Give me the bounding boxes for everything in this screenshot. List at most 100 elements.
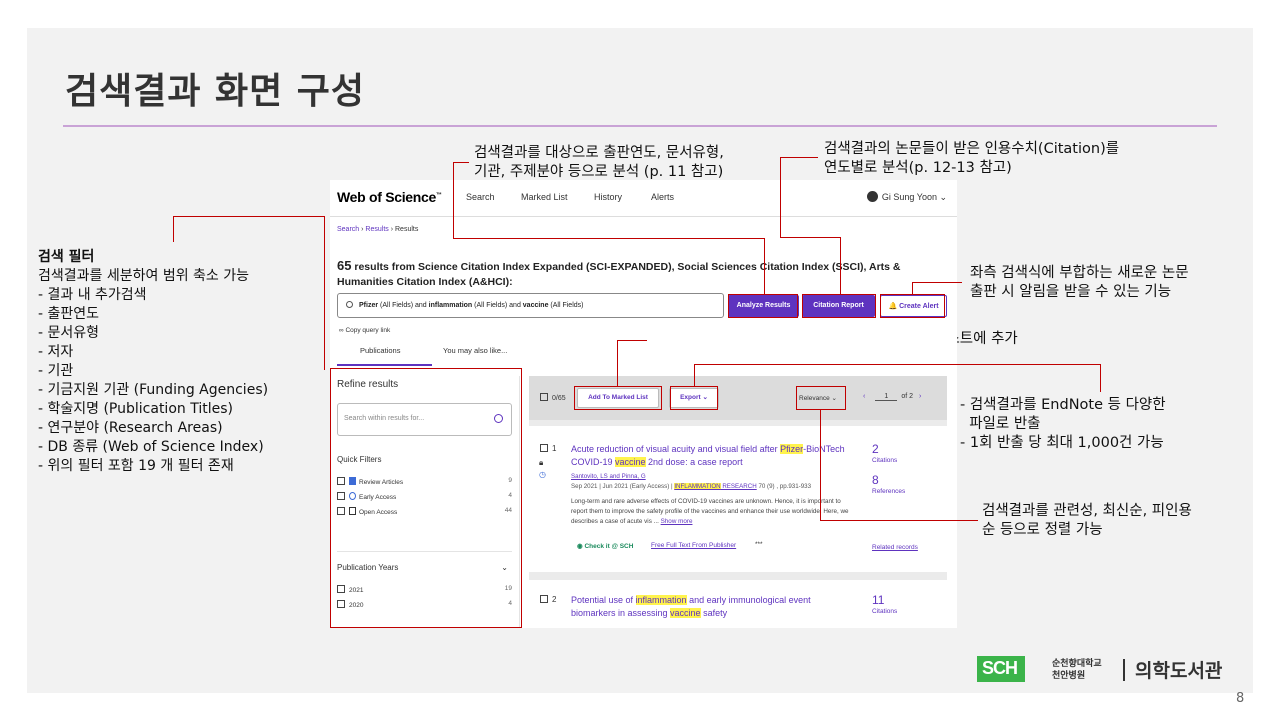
query-box[interactable]: Pfizer (All Fields) and inflammation (Al… — [337, 293, 724, 318]
tab-you-may-also-like[interactable]: You may also like... — [443, 346, 507, 355]
reference-count[interactable]: 8 — [872, 473, 879, 487]
result-abstract: Long-term and rare adverse effects of CO… — [571, 498, 849, 525]
annotation-citation: 검색결과의 논문들이 받은 인용수치(Citation)를 연도별로 분석(p.… — [824, 141, 1120, 176]
crumb-search[interactable]: Search — [337, 226, 359, 233]
filter-line: 검색결과를 세분하여 범위 축소 가능 — [38, 268, 249, 284]
user-icon — [866, 191, 878, 202]
nav-history[interactable]: History — [594, 192, 622, 202]
citation-count[interactable]: 2 — [872, 442, 879, 456]
filter-line: - 결과 내 추가검색 — [38, 287, 147, 303]
result-source: Sep 2021 | Jun 2021 (Early Access) | INF… — [571, 483, 812, 490]
filter-line: - 출판연도 — [38, 306, 100, 322]
connector — [324, 216, 325, 370]
highlight-alert — [880, 294, 945, 318]
checkbox[interactable] — [540, 444, 548, 452]
page-input[interactable]: 1 — [875, 393, 898, 401]
tab-publications[interactable]: Publications — [360, 346, 400, 355]
citation-label: Citations — [872, 608, 898, 615]
university-name: 순천향대학교 천안병원 — [1052, 659, 1102, 681]
filter-line: - 기관 — [38, 363, 74, 379]
citation-count[interactable]: 11 — [872, 593, 884, 607]
reference-label: References — [872, 488, 906, 495]
breadcrumb: Search › Results › Results — [337, 226, 419, 233]
filter-line: - 문서유형 — [38, 325, 100, 341]
result-number[interactable]: 1 — [540, 444, 556, 453]
next-page-icon[interactable]: › — [919, 393, 921, 400]
clock-icon: ◷ — [539, 470, 546, 479]
wos-logo[interactable]: Web of Science™ — [337, 189, 442, 205]
connector — [780, 157, 781, 237]
related-records-link[interactable]: Related records — [872, 544, 918, 551]
filter-description: 검색 필터 검색결과를 세분하여 범위 축소 가능 - 결과 내 추가검색 - … — [38, 248, 268, 476]
highlight-refine-panel — [330, 368, 522, 628]
title-divider — [63, 125, 1217, 127]
annotation-export: - 검색결과를 EndNote 등 다양한 파일로 반출 - 1회 반출 당 최… — [960, 397, 1166, 451]
connector — [173, 216, 325, 217]
filter-line: - 연구분야 (Research Areas) — [38, 420, 223, 436]
connector — [694, 364, 1100, 365]
connector — [453, 238, 764, 239]
connector — [780, 237, 840, 238]
highlight-sort — [796, 386, 846, 410]
result-authors[interactable]: Santovito, LS and Pinna, G — [571, 472, 861, 481]
connector — [453, 162, 454, 238]
annotation-alert: 좌측 검색식에 부합하는 새로운 논문 출판 시 알림을 받을 수 있는 기능 — [970, 265, 1189, 300]
filter-line: - 위의 필터 포함 19 개 필터 존재 — [38, 458, 234, 474]
check-it-sch-link[interactable]: ◉ Check it @ SCH — [577, 542, 633, 550]
page-number: 8 — [1236, 691, 1245, 706]
result-card: 2 Potential use of inflammation and earl… — [529, 580, 947, 628]
logo-divider — [1123, 659, 1125, 681]
result-title[interactable]: Potential use of inflammation and early … — [571, 594, 851, 620]
connector — [820, 520, 978, 521]
result-card: 1 🔒︎ ◷ Acute reduction of visual acuity … — [529, 426, 947, 572]
connector — [764, 238, 765, 294]
filter-line: - 저자 — [38, 344, 74, 360]
results-heading: 65 results from Science Citation Index E… — [337, 258, 901, 288]
free-full-text-link[interactable]: Free Full Text From Publisher — [651, 542, 736, 549]
connector — [912, 282, 962, 283]
results-list: 0/65 Add To Marked List Export ⌄ Relevan… — [529, 376, 947, 628]
highlight-citation — [802, 294, 876, 318]
connector — [617, 340, 647, 341]
connector — [820, 410, 821, 520]
show-more-link[interactable]: Show more — [661, 518, 693, 525]
annotation-sort: 검색결과를 관련성, 최신순, 피인용 순 등으로 정렬 가능 — [982, 503, 1192, 538]
select-all[interactable]: 0/65 — [540, 393, 566, 402]
annotation-analyze: 검색결과를 대상으로 출판연도, 문서유형, 기관, 주제분야 등으로 분석 (… — [474, 145, 724, 180]
copy-query-link[interactable]: ∞ Copy query link — [339, 327, 390, 334]
nav-search[interactable]: Search — [466, 192, 495, 202]
library-name: 의학도서관 — [1135, 660, 1223, 682]
highlight-marked-list — [574, 386, 662, 410]
connector — [617, 340, 618, 386]
pagination: ‹ 1 of 2 › — [863, 393, 922, 401]
slide-title: 검색결과 화면 구성 — [65, 71, 366, 112]
connector — [1100, 364, 1101, 392]
citation-label: Citations — [872, 457, 898, 464]
connector — [780, 157, 818, 158]
user-menu[interactable]: Gi Sung Yoon ⌄ — [866, 191, 947, 203]
result-title[interactable]: Acute reduction of visual acuity and vis… — [571, 443, 851, 469]
connector — [840, 237, 841, 294]
tab-active-indicator — [337, 364, 432, 366]
highlight-analyze — [728, 294, 798, 318]
filter-line: - 학술지명 (Publication Titles) — [38, 401, 233, 417]
filter-line: - DB 종류 (Web of Science Index) — [38, 439, 264, 455]
connector — [453, 162, 469, 163]
top-nav: Web of Science™ Search Marked List Histo… — [330, 180, 957, 217]
prev-page-icon[interactable]: ‹ — [863, 393, 865, 400]
filter-line: - 기금지원 기관 (Funding Agencies) — [38, 382, 269, 398]
search-icon — [346, 301, 353, 308]
filter-heading: 검색 필터 — [38, 249, 95, 265]
more-options-icon[interactable]: *** — [755, 541, 763, 548]
lock-icon: 🔒︎ — [539, 458, 544, 467]
result-number[interactable]: 2 — [540, 595, 556, 604]
checkbox[interactable] — [540, 393, 548, 401]
connector — [173, 216, 174, 242]
connector — [694, 364, 695, 386]
checkbox[interactable] — [540, 595, 548, 603]
crumb-results[interactable]: Results — [365, 226, 388, 233]
nav-marked-list[interactable]: Marked List — [521, 192, 568, 202]
nav-alerts[interactable]: Alerts — [651, 192, 674, 202]
sch-logo: SCH — [977, 656, 1025, 682]
connector — [912, 282, 913, 294]
